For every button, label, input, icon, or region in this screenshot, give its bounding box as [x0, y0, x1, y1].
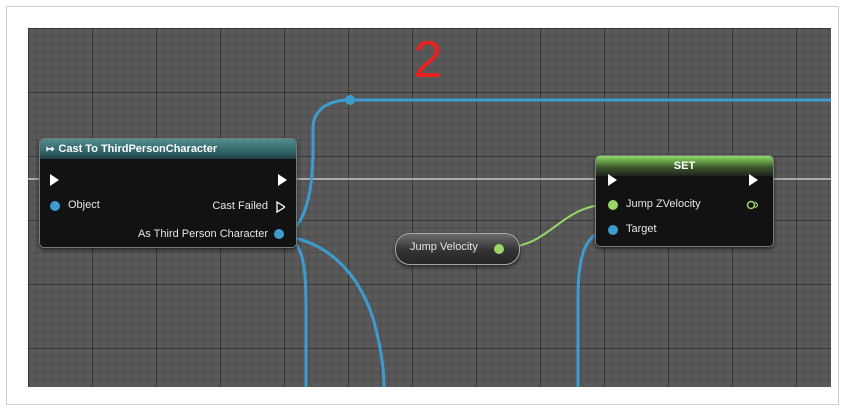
- step-number: 2: [413, 31, 443, 89]
- variable-label: Jump Velocity: [410, 241, 478, 253]
- set-node[interactable]: SET Jump ZVelocity Target: [595, 155, 774, 247]
- exec-pin-icon[interactable]: [608, 174, 617, 186]
- exec-pin-icon[interactable]: [276, 201, 285, 213]
- set-node-header: SET: [596, 156, 773, 176]
- exec-pin-icon[interactable]: [278, 174, 287, 186]
- float-pin-icon[interactable]: [746, 199, 758, 211]
- cast-node-header: ↦ Cast To ThirdPersonCharacter: [40, 139, 296, 159]
- exec-pin-icon[interactable]: [50, 174, 59, 186]
- cast-to-character-node[interactable]: ↦ Cast To ThirdPersonCharacter Object Cas…: [39, 138, 297, 248]
- as-character-label: As Third Person Character: [137, 228, 268, 240]
- blueprint-graph-canvas[interactable]: 2 ↦ Cast To ThirdPersonCharacter Object C…: [28, 28, 831, 387]
- object-pin-icon[interactable]: [274, 229, 284, 239]
- float-pin-icon[interactable]: [494, 244, 504, 254]
- object-pin-icon[interactable]: [608, 225, 618, 235]
- object-pin-icon[interactable]: [50, 201, 60, 211]
- cast-failed-label: Cast Failed: [212, 200, 268, 212]
- object-pin-label: Object: [68, 199, 100, 211]
- cast-node-title: Cast To ThirdPersonCharacter: [58, 143, 218, 155]
- jump-velocity-getter-node[interactable]: Jump Velocity: [395, 233, 520, 265]
- cast-arrow-icon: ↦: [46, 144, 55, 155]
- target-label: Target: [626, 223, 657, 235]
- object-wire-down-b: [277, 233, 386, 387]
- object-wire-down-a: [277, 233, 308, 387]
- object-wire-to-target: [576, 228, 613, 387]
- float-pin-icon[interactable]: [608, 200, 618, 210]
- reroute-knot-icon: [345, 95, 355, 105]
- exec-pin-icon[interactable]: [749, 174, 758, 186]
- jump-zvelocity-label: Jump ZVelocity: [626, 198, 701, 210]
